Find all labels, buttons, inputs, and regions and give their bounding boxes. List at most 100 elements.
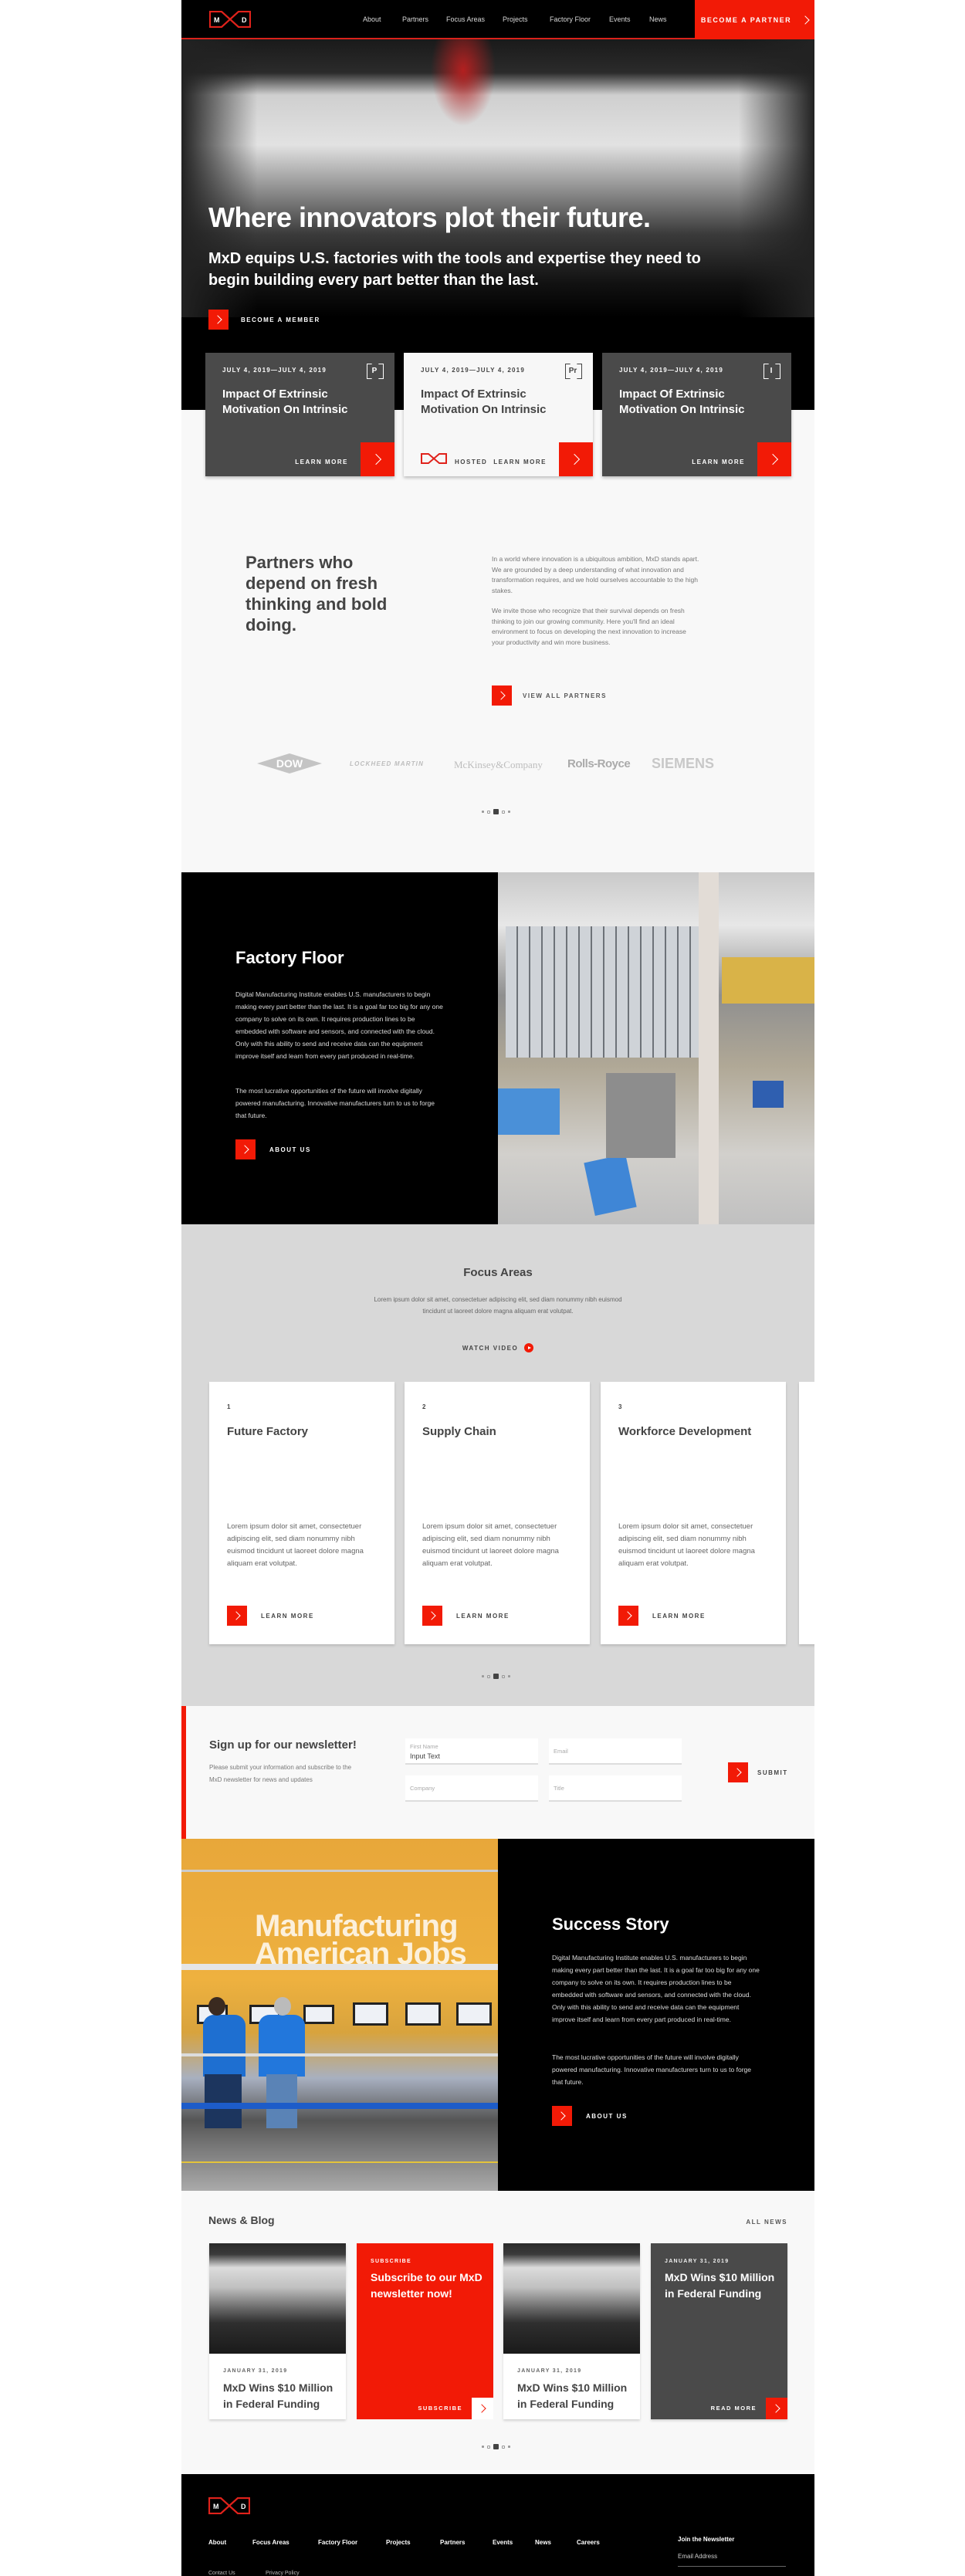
learn-more-label[interactable]: LEARN MORE bbox=[692, 459, 745, 465]
lockheed-martin-logo[interactable]: LOCKHEED MARTIN bbox=[350, 760, 424, 767]
nav-factory-floor[interactable]: Factory Floor bbox=[550, 15, 591, 23]
arrow-button[interactable] bbox=[235, 1139, 256, 1159]
nav-news[interactable]: News bbox=[649, 15, 667, 23]
carousel-dot-active[interactable] bbox=[493, 2444, 499, 2449]
footer-link-projects[interactable]: Projects bbox=[386, 2539, 411, 2546]
company-placeholder: Company bbox=[410, 1785, 435, 1792]
submit-button[interactable]: SUBMIT bbox=[728, 1762, 788, 1782]
factory-floor-paragraph: Digital Manufacturing Institute enables … bbox=[235, 990, 443, 1060]
arrow-button[interactable] bbox=[422, 1606, 442, 1626]
learn-more-label: LEARN MORE bbox=[456, 1612, 510, 1620]
carousel-dot[interactable] bbox=[482, 1675, 484, 1677]
focus-card[interactable]: 1 Future Factory Lorem ipsum dolor sit a… bbox=[209, 1382, 394, 1644]
learn-more-button[interactable] bbox=[757, 442, 791, 476]
dow-logo[interactable]: DOW bbox=[255, 753, 324, 774]
carousel-dot-active[interactable] bbox=[493, 1674, 499, 1679]
learn-more-label[interactable]: LEARN MORE bbox=[295, 459, 348, 465]
nav-about[interactable]: About bbox=[363, 15, 381, 23]
view-all-partners-label: VIEW ALL PARTNERS bbox=[523, 692, 607, 699]
mxd-logo[interactable]: M D bbox=[209, 11, 251, 28]
chevron-right-icon bbox=[239, 1145, 249, 1154]
focus-carousel-dots bbox=[482, 1674, 510, 1679]
carousel-dot[interactable] bbox=[502, 2445, 505, 2449]
carousel-dot[interactable] bbox=[508, 2446, 510, 2448]
become-partner-button[interactable]: BECOME A PARTNER bbox=[695, 0, 814, 39]
watch-video-button[interactable]: WATCH VIDEO bbox=[181, 1343, 814, 1352]
footer-link-events[interactable]: Events bbox=[493, 2539, 513, 2546]
carousel-dot[interactable] bbox=[487, 810, 490, 814]
watch-video-label: WATCH VIDEO bbox=[462, 1344, 519, 1352]
footer-link-contact[interactable]: Contact Us bbox=[208, 2571, 235, 2576]
subscribe-card[interactable]: SUBSCRIBE Subscribe to our MxD newslette… bbox=[357, 2243, 493, 2419]
footer-email-input[interactable]: Email Address bbox=[678, 2553, 786, 2567]
arrow-button[interactable] bbox=[618, 1606, 638, 1626]
event-card[interactable]: JULY 4, 2019—JULY 4, 2019 I Impact Of Ex… bbox=[602, 353, 791, 476]
event-card[interactable]: JULY 4, 2019—JULY 4, 2019 Pr Impact Of E… bbox=[404, 353, 593, 476]
become-member-button[interactable]: BECOME A MEMBER bbox=[208, 310, 320, 330]
learn-more-button[interactable]: LEARN MORE bbox=[227, 1606, 314, 1626]
about-us-button[interactable]: ABOUT US bbox=[235, 1139, 311, 1159]
svg-text:M: M bbox=[213, 2503, 219, 2510]
carousel-dot[interactable] bbox=[508, 811, 510, 813]
arrow-button[interactable] bbox=[208, 310, 229, 330]
footer-link-focus-areas[interactable]: Focus Areas bbox=[252, 2539, 290, 2546]
news-card[interactable]: JANUARY 31, 2019 MxD Wins $10 Million in… bbox=[503, 2243, 640, 2419]
learn-more-label: LEARN MORE bbox=[652, 1612, 706, 1620]
factory-floor-photo bbox=[498, 872, 814, 1224]
nav-events[interactable]: Events bbox=[609, 15, 631, 23]
carousel-dot[interactable] bbox=[508, 1675, 510, 1677]
partners-heading: Partners who depend on fresh thinking an… bbox=[245, 553, 388, 635]
rolls-royce-logo[interactable]: Rolls-Royce bbox=[567, 757, 631, 770]
view-all-partners-button[interactable]: VIEW ALL PARTNERS bbox=[492, 685, 607, 706]
learn-more-button[interactable]: LEARN MORE bbox=[618, 1606, 706, 1626]
learn-more-button[interactable]: LEARN MORE bbox=[422, 1606, 510, 1626]
partners-text: In a world where innovation is a ubiquit… bbox=[492, 554, 700, 648]
learn-more-button[interactable] bbox=[361, 442, 394, 476]
carousel-dot[interactable] bbox=[482, 2446, 484, 2448]
footer-link-about[interactable]: About bbox=[208, 2539, 226, 2546]
read-more-label[interactable]: READ MORE bbox=[711, 2405, 757, 2412]
read-more-button[interactable] bbox=[766, 2398, 787, 2419]
focus-card[interactable]: 3 Workforce Development Lorem ipsum dolo… bbox=[601, 1382, 786, 1644]
about-us-label: ABOUT US bbox=[269, 1146, 311, 1153]
chevron-right-icon bbox=[767, 453, 779, 465]
carousel-dot[interactable] bbox=[487, 2445, 490, 2449]
event-card[interactable]: JULY 4, 2019—JULY 4, 2019 P Impact Of Ex… bbox=[205, 353, 394, 476]
carousel-dot[interactable] bbox=[487, 1674, 490, 1678]
company-field[interactable]: Company bbox=[405, 1775, 538, 1802]
focus-card[interactable]: 2 Supply Chain Lorem ipsum dolor sit ame… bbox=[405, 1382, 590, 1644]
news-card[interactable]: JANUARY 31, 2019 MxD Wins $10 Million in… bbox=[209, 2243, 346, 2419]
first-name-field[interactable]: First Name Input Text bbox=[405, 1738, 538, 1765]
title-field[interactable]: Title bbox=[549, 1775, 682, 1802]
learn-more-label[interactable]: LEARN MORE bbox=[493, 459, 547, 465]
subscribe-label[interactable]: SUBSCRIBE bbox=[418, 2405, 462, 2412]
news-card[interactable]: JANUARY 31, 2019 MxD Wins $10 Million in… bbox=[651, 2243, 787, 2419]
nav-partners[interactable]: Partners bbox=[402, 15, 428, 23]
subscribe-button[interactable] bbox=[472, 2398, 493, 2419]
arrow-button[interactable] bbox=[492, 685, 512, 706]
all-news-link[interactable]: ALL NEWS bbox=[746, 2219, 787, 2226]
about-us-button[interactable]: ABOUT US bbox=[552, 2106, 628, 2126]
footer-link-news[interactable]: News bbox=[535, 2539, 551, 2546]
arrow-button[interactable] bbox=[227, 1606, 247, 1626]
focus-card-peek[interactable] bbox=[799, 1382, 814, 1644]
carousel-dot-active[interactable] bbox=[493, 809, 499, 814]
arrow-button[interactable] bbox=[552, 2106, 572, 2126]
siemens-logo[interactable]: SIEMENS bbox=[652, 756, 714, 772]
footer-link-factory-floor[interactable]: Factory Floor bbox=[318, 2539, 357, 2546]
footer-link-careers[interactable]: Careers bbox=[577, 2539, 600, 2546]
footer-link-privacy[interactable]: Privacy Policy bbox=[266, 2571, 300, 2576]
nav-focus-areas[interactable]: Focus Areas bbox=[446, 15, 485, 23]
carousel-dot[interactable] bbox=[502, 1674, 505, 1678]
footer-link-partners[interactable]: Partners bbox=[440, 2539, 465, 2546]
footer-mxd-logo[interactable]: M D bbox=[208, 2497, 250, 2514]
chevron-right-icon bbox=[732, 1768, 742, 1777]
first-name-value[interactable]: Input Text bbox=[410, 1752, 440, 1760]
nav-projects[interactable]: Projects bbox=[503, 15, 528, 23]
email-field[interactable]: Email bbox=[549, 1738, 682, 1765]
learn-more-button[interactable] bbox=[559, 442, 593, 476]
carousel-dot[interactable] bbox=[482, 811, 484, 813]
mckinsey-logo[interactable]: McKinsey&Company bbox=[454, 759, 543, 771]
arrow-button[interactable] bbox=[728, 1762, 748, 1782]
carousel-dot[interactable] bbox=[502, 810, 505, 814]
